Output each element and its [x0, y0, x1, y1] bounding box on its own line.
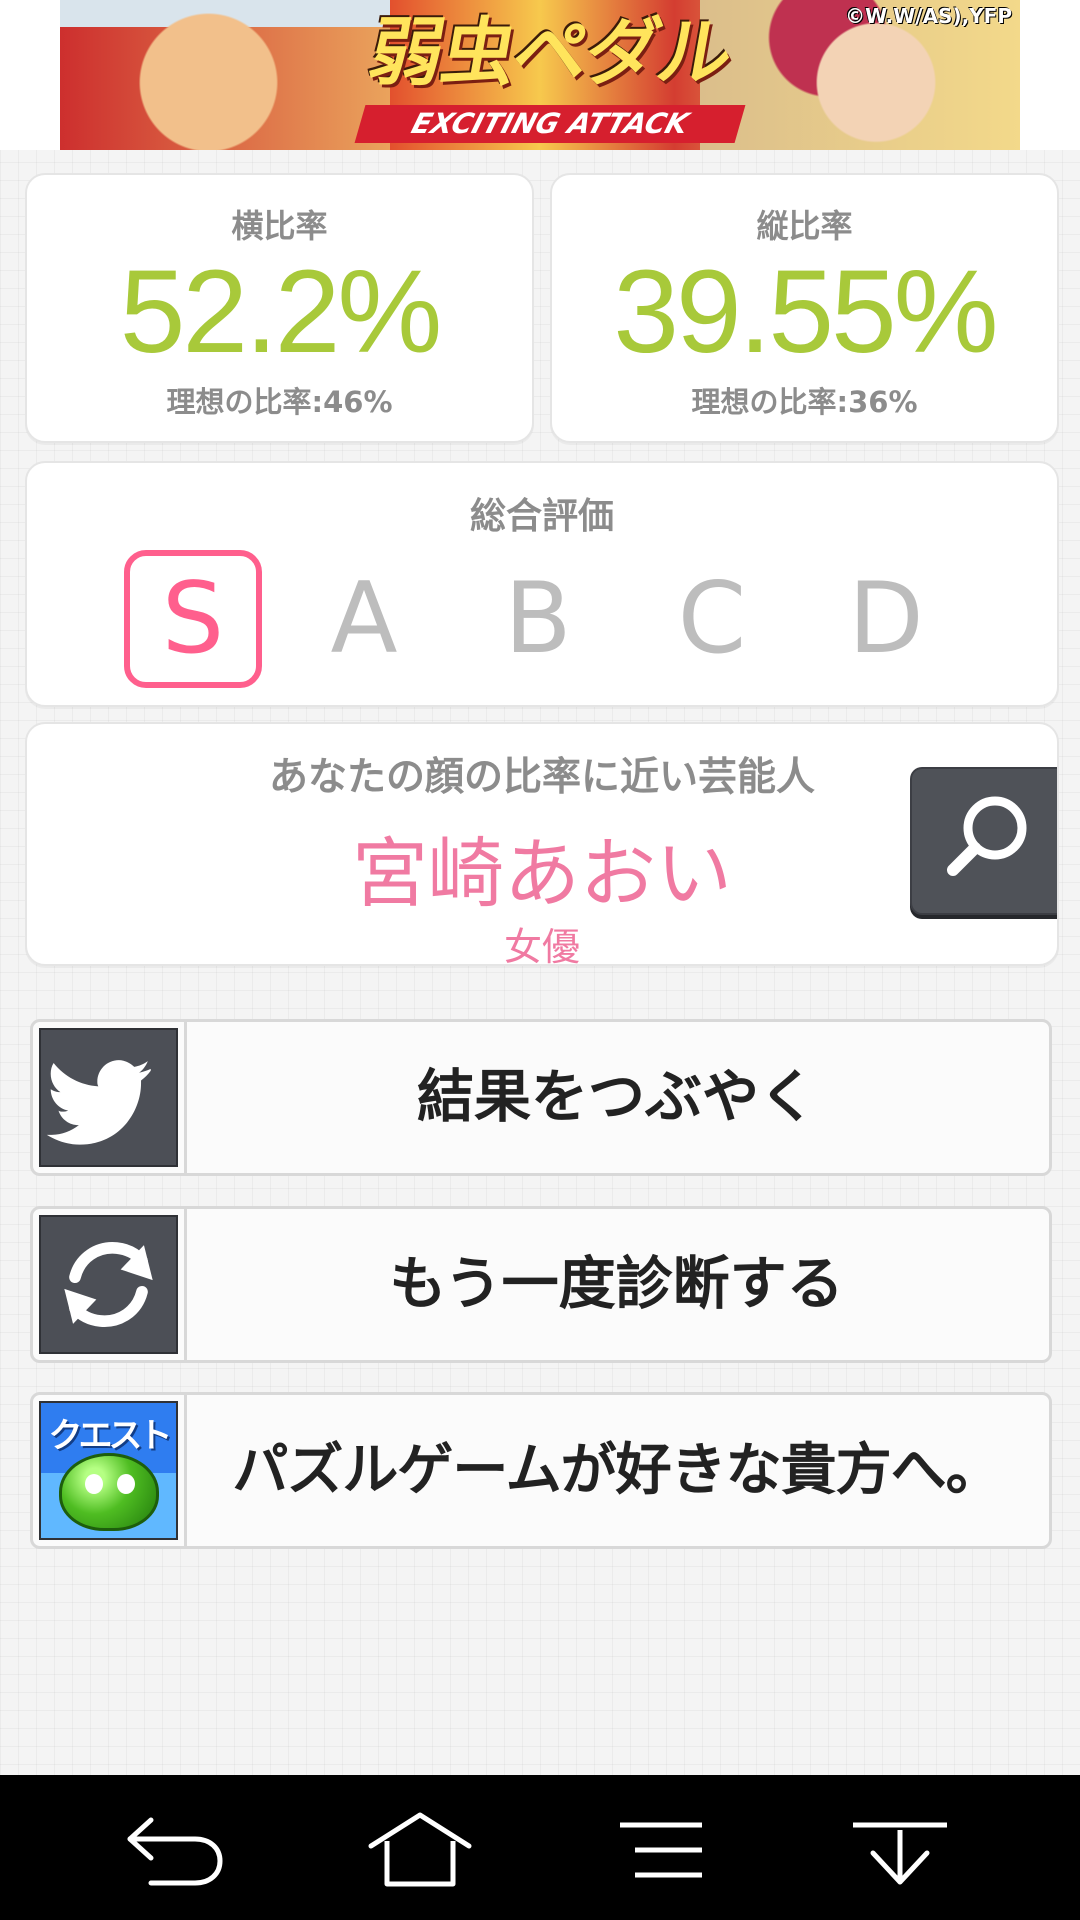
puzzle-game-app-icon: クエスト — [39, 1401, 178, 1540]
puyo-right-eye — [117, 1474, 135, 1494]
puzzle-game-button[interactable]: クエスト パズルゲームが好きな貴方へ。 — [30, 1392, 1052, 1549]
retry-diagnosis-button[interactable]: もう一度診断する — [30, 1206, 1052, 1363]
overall-rating-title: 総合評価 — [469, 496, 614, 537]
twitter-bird-icon — [46, 1060, 151, 1145]
puyo-left-eye — [85, 1474, 103, 1494]
grade-c: C — [677, 562, 747, 676]
horizontal-ratio-card: 横比率 52.2% 理想の比率:46% — [25, 173, 534, 443]
ad-title: 弱虫ペダル — [362, 10, 738, 96]
tweet-result-button[interactable]: 結果をつぶやく — [30, 1019, 1052, 1176]
green-puyo-icon — [59, 1453, 159, 1531]
grade-a: A — [330, 562, 398, 676]
back-arrow-icon — [127, 1817, 223, 1886]
horizontal-ideal-ratio: 理想の比率:46% — [166, 385, 393, 419]
retry-diagnosis-label: もう一度診断する — [389, 1251, 844, 1317]
ad-area: 弱虫ペダル EXCITING ATTACK ©W.W/AS),YFP — [0, 0, 1080, 150]
vertical-ratio-card: 縦比率 39.55% 理想の比率:36% — [550, 173, 1059, 443]
game-icon-text: クエスト — [48, 1416, 173, 1456]
vertical-ratio-value: 39.55% — [613, 246, 998, 378]
home-button[interactable] — [365, 1810, 475, 1890]
refresh-icon-box — [39, 1215, 178, 1354]
horizontal-ratio-label: 横比率 — [231, 207, 328, 245]
menu-icon — [620, 1822, 702, 1878]
celebrity-match-card: あなたの顔の比率に近い芸能人 宮崎あおい 女優 — [25, 722, 1059, 969]
twitter-icon-box — [39, 1028, 178, 1167]
ad-banner[interactable]: 弱虫ペダル EXCITING ATTACK ©W.W/AS),YFP — [60, 0, 1020, 150]
menu-button[interactable] — [610, 1810, 720, 1890]
ad-copyright: ©W.W/AS),YFP — [845, 4, 1012, 28]
grade-b: B — [504, 562, 572, 676]
back-button[interactable] — [120, 1810, 230, 1890]
overall-rating-card: 総合評価 S A B C D — [25, 461, 1059, 707]
hide-navigation-icon — [853, 1822, 947, 1885]
ad-subtitle: EXCITING ATTACK — [354, 105, 746, 143]
vertical-ratio-label: 縦比率 — [756, 207, 853, 245]
grade-s: S — [124, 550, 262, 688]
celebrity-name: 宮崎あおい — [352, 829, 732, 918]
celebrity-heading: あなたの顔の比率に近い芸能人 — [268, 755, 815, 800]
magnifier-icon — [947, 796, 1027, 876]
tweet-result-label: 結果をつぶやく — [417, 1064, 816, 1130]
ad-character-left — [60, 0, 390, 150]
puzzle-game-label: パズルゲームが好きな貴方へ。 — [232, 1438, 1001, 1503]
system-navigation-bar — [0, 1775, 1080, 1920]
hide-navigation-button[interactable] — [845, 1810, 955, 1890]
celebrity-profession: 女優 — [503, 925, 580, 969]
grade-d: D — [848, 562, 924, 676]
home-icon — [368, 1812, 472, 1887]
vertical-ideal-ratio: 理想の比率:36% — [691, 385, 918, 419]
celebrity-search-button[interactable] — [910, 767, 1057, 915]
refresh-icon — [64, 1242, 153, 1327]
horizontal-ratio-value: 52.2% — [119, 246, 443, 378]
